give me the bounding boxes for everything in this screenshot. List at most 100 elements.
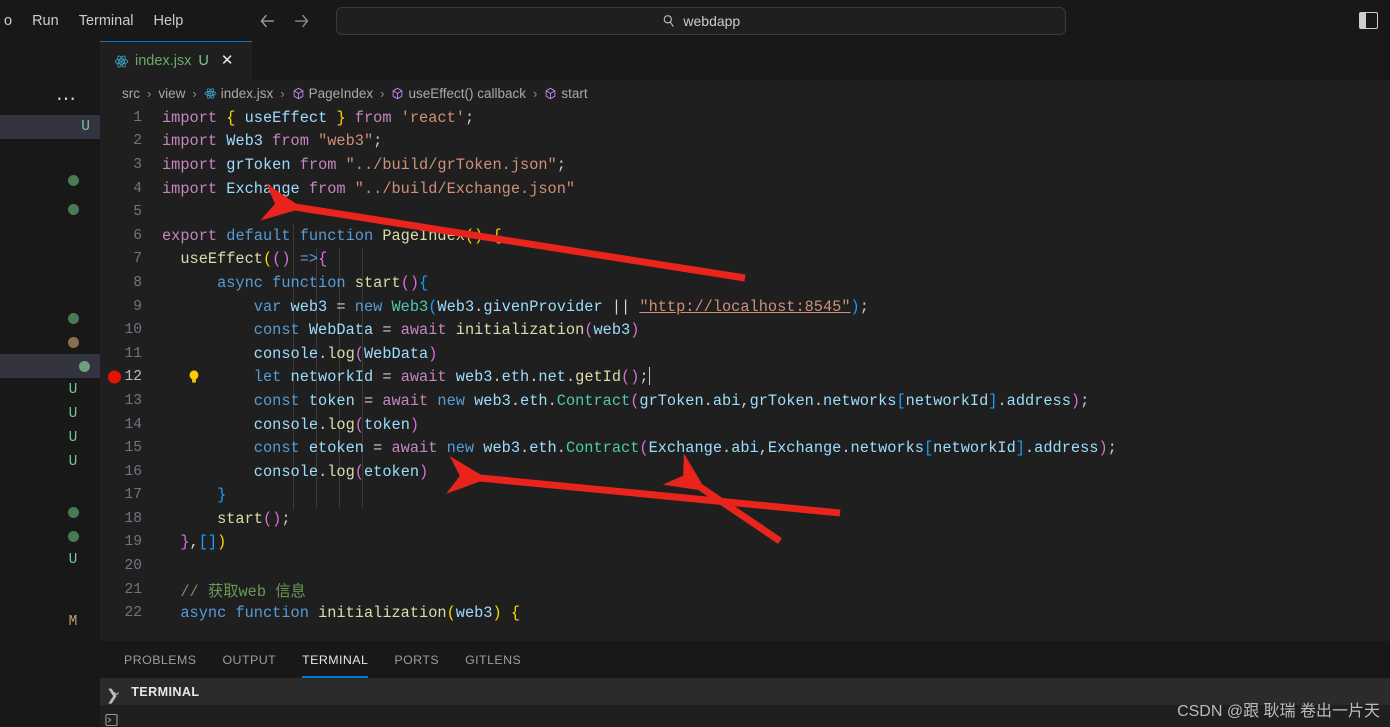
line-number: 10 [124, 322, 142, 339]
line-number: 2 [133, 133, 142, 150]
panel-tab-ports[interactable]: PORTS [394, 641, 439, 678]
scm-status-letter: U [68, 454, 78, 470]
code-line[interactable]: 22 async function initialization(web3) { [100, 601, 1390, 625]
editor-tab-label: index.jsx [135, 53, 192, 69]
code-line-text: import Exchange from "../build/Exchange.… [162, 179, 576, 198]
code-line-text: const etoken = await new web3.eth.Contra… [253, 439, 1117, 458]
code-line[interactable]: 8 async function start(){ [100, 271, 1390, 295]
menu-item-go[interactable]: o [0, 8, 22, 34]
panel-left-edge [0, 641, 100, 727]
code-line[interactable]: 6 export default function PageIndex() { [100, 224, 1390, 248]
symbol-cube-icon [292, 87, 305, 100]
scm-status-letter: U [0, 115, 100, 139]
symbol-cube-icon [544, 87, 557, 100]
code-line[interactable]: 5 [100, 200, 1390, 224]
line-number: 3 [133, 156, 142, 173]
chevron-right-icon[interactable]: ❯ [106, 686, 119, 704]
line-number: 22 [124, 605, 142, 622]
breadcrumb-item-view[interactable]: view [158, 86, 185, 101]
code-line[interactable]: 3 import grToken from "../build/grToken.j… [100, 153, 1390, 177]
vscode-window: o Run Terminal Help webdapp ⋯ UUUUUUM in… [0, 0, 1390, 727]
line-number: 11 [124, 345, 142, 362]
scm-gutter-strip: ⋯ UUUUUUM [0, 41, 100, 727]
menu-item-run[interactable]: Run [22, 8, 69, 34]
line-number: 7 [133, 251, 142, 268]
scm-status-dot [56, 330, 90, 354]
scm-status-dot [56, 500, 90, 524]
menu-item-help[interactable]: Help [143, 8, 193, 34]
arrow-left-icon[interactable] [256, 10, 278, 32]
menu-item-terminal[interactable]: Terminal [69, 8, 144, 34]
code-line[interactable]: 14 console.log(token) [100, 413, 1390, 437]
code-line-text: import { useEffect } from 'react'; [162, 108, 475, 127]
terminal-split-icon[interactable] [103, 712, 120, 727]
breadcrumb-item-start[interactable]: start [544, 86, 588, 101]
panel-tab-output[interactable]: OUTPUT [222, 641, 276, 678]
scm-dot-icon [67, 336, 79, 348]
editor-tab-bar: index.jsx U ✕ [100, 41, 1390, 80]
line-number: 9 [133, 298, 142, 315]
panel-tab-terminal[interactable]: TERMINAL [302, 641, 369, 678]
breadcrumb-item-index-jsx[interactable]: index.jsx [204, 86, 273, 101]
breadcrumb-item-pageindex[interactable]: PageIndex [292, 85, 374, 101]
code-line[interactable]: 16 console.log(etoken) [100, 460, 1390, 484]
code-line[interactable]: 18 start(); [100, 507, 1390, 531]
close-icon[interactable]: ✕ [221, 53, 234, 68]
code-line-text: async function initialization(web3) { [180, 604, 521, 623]
navigation-arrows [256, 10, 313, 32]
code-line-text: start(); [217, 509, 291, 528]
breadcrumb: src › view › index.jsx › PageIndex › useEffect()… [100, 80, 1390, 106]
code-line[interactable]: 19 },[]) [100, 531, 1390, 555]
code-line[interactable]: 7 useEffect(() =>{ [100, 248, 1390, 272]
editor-tab-index-jsx[interactable]: index.jsx U ✕ [100, 41, 252, 80]
breadcrumb-separator: › [192, 85, 197, 101]
breadcrumb-item-useeffect-callback[interactable]: useEffect() callback [391, 86, 526, 101]
code-line[interactable]: 2 import Web3 from "web3"; [100, 130, 1390, 154]
code-line[interactable]: 21 // 获取web 信息 [100, 578, 1390, 602]
code-line[interactable]: 12 let networkId = await web3.eth.net.ge… [100, 366, 1390, 390]
title-bar: o Run Terminal Help webdapp [0, 0, 1390, 41]
line-number: 18 [124, 510, 142, 527]
code-line[interactable]: 15 const etoken = await new web3.eth.Con… [100, 436, 1390, 460]
line-number: 4 [133, 180, 142, 197]
line-number: 14 [124, 416, 142, 433]
line-number: 1 [133, 109, 142, 126]
code-line[interactable]: 9 var web3 = new Web3(Web3.givenProvider… [100, 295, 1390, 319]
code-line-text: // 获取web 信息 [180, 582, 306, 601]
line-number: 20 [124, 558, 142, 575]
code-line[interactable]: 11 console.log(WebData) [100, 342, 1390, 366]
breadcrumb-label: src [122, 85, 140, 101]
code-line[interactable]: 20 [100, 554, 1390, 578]
scm-dot-icon [67, 312, 79, 324]
breakpoint-icon[interactable] [108, 370, 121, 384]
code-line-text: useEffect(() =>{ [180, 250, 328, 269]
terminal-section-title: TERMINAL [131, 684, 200, 699]
code-line[interactable]: 13 const token = await new web3.eth.Cont… [100, 389, 1390, 413]
code-line[interactable]: 17 } [100, 484, 1390, 508]
breadcrumb-item-src[interactable]: src [122, 86, 140, 101]
code-line[interactable]: 10 const WebData = await initialization(… [100, 318, 1390, 342]
command-center[interactable]: webdapp [336, 6, 1067, 35]
line-number: 6 [133, 227, 142, 244]
scm-dot-icon [67, 203, 79, 215]
code-line[interactable]: 4 import Exchange from "../build/Exchange… [100, 177, 1390, 201]
code-line-text: console.log(WebData) [253, 344, 438, 363]
scm-status-letter: U [68, 552, 78, 568]
line-number: 17 [124, 487, 142, 504]
scm-status-letter: U [68, 406, 78, 422]
code-editor[interactable]: 1 import { useEffect } from 'react'; 2 impo… [100, 106, 1390, 641]
toggle-primary-sidebar-icon[interactable] [1359, 12, 1378, 29]
panel-tab-gitlens[interactable]: GITLENS [465, 641, 521, 678]
panel-tab-problems[interactable]: PROBLEMS [124, 641, 196, 678]
arrow-right-icon[interactable] [291, 10, 313, 32]
breadcrumb-label: PageIndex [308, 85, 374, 101]
code-line-text: async function start(){ [217, 273, 429, 292]
line-number: 8 [133, 274, 142, 291]
symbol-cube-icon [391, 87, 404, 100]
breadcrumb-separator: › [380, 85, 385, 101]
panel-tab-label: GITLENS [465, 652, 522, 667]
code-line[interactable]: 1 import { useEffect } from 'react'; [100, 106, 1390, 130]
panel-tab-label: PROBLEMS [124, 652, 197, 667]
scm-dot-icon [67, 530, 79, 542]
more-actions-icon[interactable]: ⋯ [56, 89, 78, 109]
